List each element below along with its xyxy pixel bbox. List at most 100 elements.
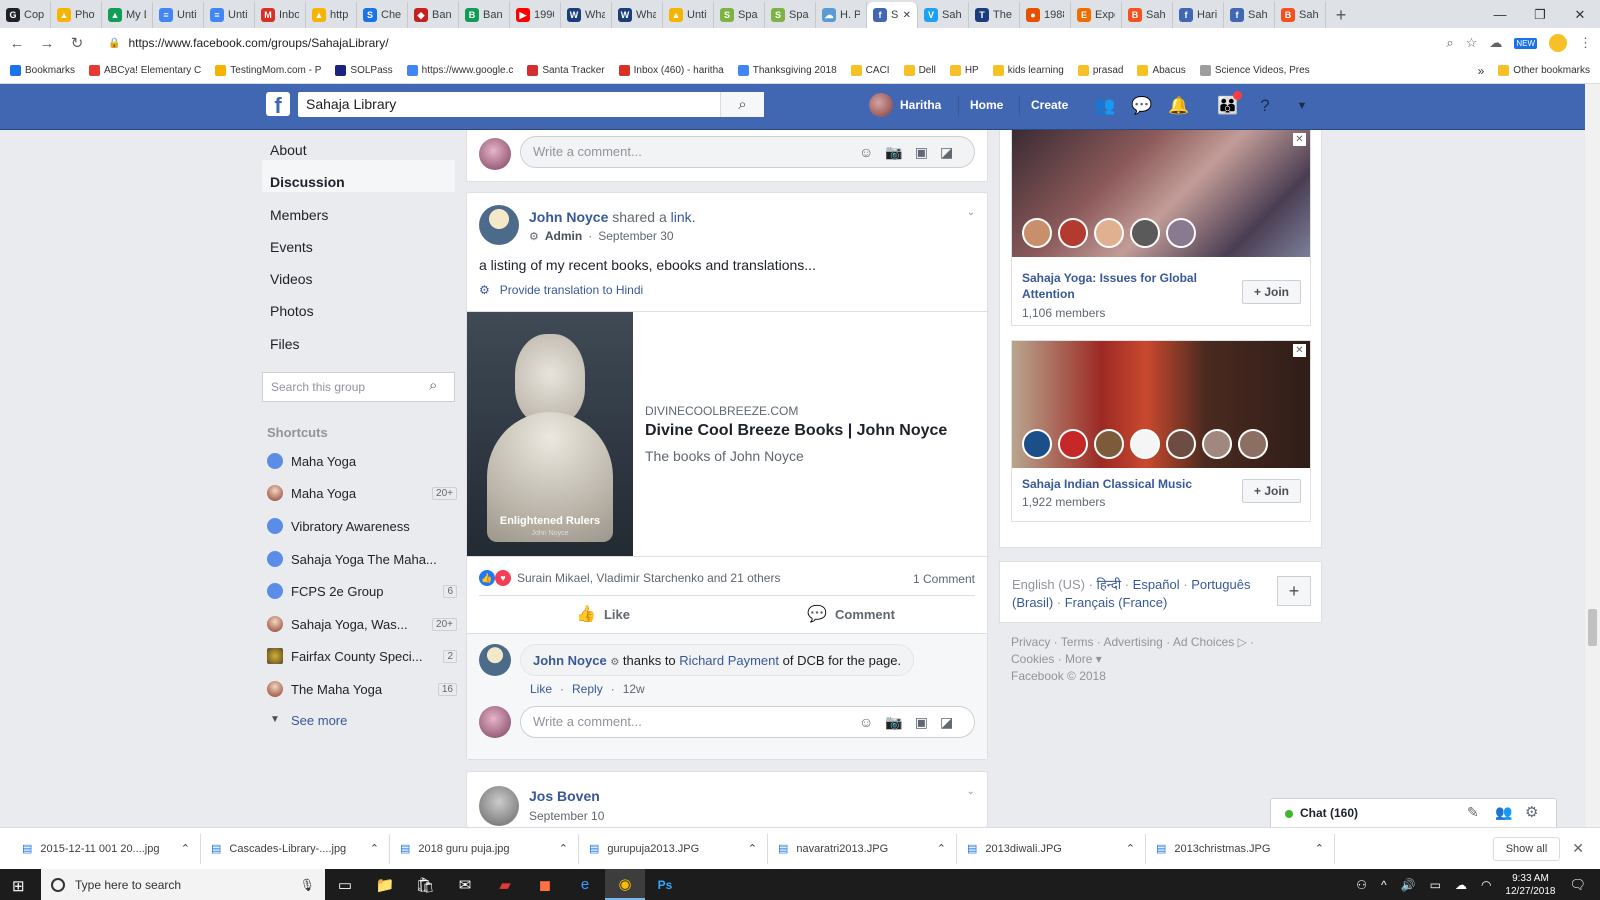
messenger-icon[interactable]: 💬 bbox=[1131, 95, 1153, 117]
bookmark-item[interactable]: SOLPass bbox=[335, 65, 393, 76]
post-action-link[interactable]: link. bbox=[671, 209, 696, 225]
zoom-icon[interactable]: ⌕ bbox=[1446, 35, 1453, 51]
bookmark-star-icon[interactable]: ☆ bbox=[1466, 35, 1478, 51]
bookmark-item[interactable]: kids learning bbox=[992, 65, 1064, 76]
join-group-button[interactable]: + Join bbox=[1242, 479, 1301, 503]
download-item[interactable]: ▤ 2018 guru puja.jpg ⌃ bbox=[390, 833, 579, 864]
page-scrollbar[interactable] bbox=[1585, 84, 1600, 827]
comment-reply-link[interactable]: Reply bbox=[572, 682, 603, 696]
link-title[interactable]: Divine Cool Breeze Books | John Noyce bbox=[645, 422, 947, 440]
new-message-icon[interactable]: ✎ bbox=[1467, 804, 1479, 821]
download-item[interactable]: ▤ navaratri2013.JPG ⌃ bbox=[768, 833, 957, 864]
browser-tab[interactable]: S Spac bbox=[714, 2, 765, 28]
profile-link[interactable]: Haritha bbox=[900, 98, 941, 112]
see-more-link[interactable]: See more bbox=[291, 713, 347, 728]
notifications-icon[interactable]: 🔔 bbox=[1168, 95, 1190, 117]
bookmark-item[interactable]: Abacus bbox=[1137, 65, 1186, 76]
back-icon[interactable]: ← bbox=[8, 35, 26, 52]
post-author-link[interactable]: John Noyce bbox=[529, 209, 608, 225]
bookmark-item[interactable]: Thanksgiving 2018 bbox=[737, 65, 837, 76]
create-link[interactable]: Create bbox=[1031, 98, 1068, 112]
browser-tab[interactable]: ▶ 1990 bbox=[510, 2, 561, 28]
sticker-icon[interactable]: ◪ bbox=[940, 714, 953, 731]
browser-tab[interactable]: W Wha bbox=[561, 2, 612, 28]
facebook-logo[interactable]: f bbox=[266, 92, 290, 116]
group-chat-icon[interactable]: 👥 bbox=[1495, 804, 1512, 821]
like-button[interactable]: 👍 Like bbox=[479, 597, 727, 631]
help-icon[interactable]: ? bbox=[1254, 95, 1276, 117]
group-nav-item[interactable]: Videos bbox=[270, 271, 313, 287]
author-avatar[interactable] bbox=[479, 205, 519, 245]
browser-tab[interactable]: ● 1988 bbox=[1020, 2, 1071, 28]
join-group-button[interactable]: + Join bbox=[1242, 280, 1301, 304]
gif-icon[interactable]: ▣ bbox=[915, 714, 928, 731]
reply-author-avatar[interactable] bbox=[479, 644, 511, 676]
browser-tab[interactable]: f S ✕ bbox=[867, 2, 918, 28]
close-icon[interactable]: ✕ bbox=[1293, 133, 1306, 146]
terms-link[interactable]: Terms bbox=[1061, 635, 1094, 649]
bookmark-item[interactable]: HP bbox=[949, 65, 979, 76]
bookmark-item[interactable]: Dell bbox=[903, 65, 936, 76]
people-icon[interactable]: ⚇ bbox=[1356, 878, 1367, 892]
friend-requests-icon[interactable]: 👥 bbox=[1094, 95, 1116, 117]
download-item[interactable]: ▤ gurupuja2013.JPG ⌃ bbox=[579, 833, 768, 864]
reply-author-link[interactable]: John Noyce bbox=[533, 653, 607, 668]
chevron-up-icon[interactable]: ⌃ bbox=[370, 842, 379, 855]
group-nav-item[interactable]: About bbox=[270, 142, 307, 158]
calendar-app-icon[interactable]: ▰ bbox=[485, 869, 525, 900]
task-view-icon[interactable]: ▭ bbox=[325, 869, 365, 900]
ad-choices-link[interactable]: Ad Choices bbox=[1173, 635, 1234, 649]
shortcut-item[interactable]: Fairfax County Speci... 2 bbox=[267, 646, 457, 666]
bookmark-item[interactable]: Science Videos, Pres bbox=[1199, 65, 1310, 76]
home-link[interactable]: Home bbox=[970, 98, 1003, 112]
download-item[interactable]: ▤ 2013diwali.JPG ⌃ bbox=[957, 833, 1146, 864]
mention-link[interactable]: Richard Payment bbox=[679, 653, 779, 668]
chevron-up-icon[interactable]: ⌃ bbox=[1315, 842, 1324, 855]
shortcut-item[interactable]: Vibratory Awareness bbox=[267, 516, 457, 536]
browser-tab[interactable]: f Hari bbox=[1173, 2, 1224, 28]
sticker-icon[interactable]: ◪ bbox=[940, 144, 953, 161]
shortcut-item[interactable]: Sahaja Yoga, Was... 20+ bbox=[267, 614, 457, 634]
cookies-link[interactable]: Cookies bbox=[1011, 652, 1054, 666]
language-link[interactable]: हिन्दी bbox=[1097, 577, 1122, 592]
scrollbar-thumb[interactable] bbox=[1588, 609, 1597, 646]
show-all-downloads-button[interactable]: Show all bbox=[1492, 836, 1561, 861]
shortcut-item[interactable]: Maha Yoga bbox=[267, 451, 457, 471]
camera-icon[interactable]: 📷 bbox=[885, 714, 902, 731]
microphone-icon[interactable]: 🎙 bbox=[300, 878, 315, 892]
windows-start-icon[interactable]: ⊞ bbox=[12, 877, 25, 895]
comment-count-link[interactable]: 1 Comment bbox=[913, 572, 975, 586]
browser-tab[interactable]: ☁ H. P. bbox=[816, 2, 867, 28]
browser-tab[interactable]: B Saha bbox=[1122, 2, 1173, 28]
group-nav-item[interactable]: Files bbox=[270, 336, 300, 352]
advertising-link[interactable]: Advertising bbox=[1103, 635, 1162, 649]
taskbar-search[interactable]: Type here to search 🎙 bbox=[41, 869, 325, 900]
cloud-extension-icon[interactable]: ☁ bbox=[1489, 35, 1502, 51]
bookmarks-more-button[interactable]: » bbox=[1478, 64, 1485, 78]
mail-icon[interactable]: ✉ bbox=[445, 869, 485, 900]
browser-tab[interactable]: B Saha bbox=[1275, 2, 1326, 28]
search-icon[interactable]: ⌕ bbox=[720, 92, 764, 117]
red-app-icon[interactable]: ◼ bbox=[525, 869, 565, 900]
more-languages-button[interactable]: + bbox=[1277, 576, 1311, 606]
group-nav-item[interactable]: Members bbox=[270, 207, 328, 223]
post-options-chevron-icon[interactable]: ⌄ bbox=[967, 207, 975, 218]
search-icon[interactable]: ⌕ bbox=[429, 377, 437, 394]
next-author-avatar[interactable] bbox=[479, 786, 519, 826]
group-nav-item[interactable]: Discussion bbox=[270, 174, 345, 190]
browser-tab[interactable]: ≡ Untit bbox=[204, 2, 255, 28]
post-options-chevron-icon[interactable]: ⌄ bbox=[967, 786, 975, 797]
maximize-button[interactable]: ❐ bbox=[1520, 2, 1560, 28]
show-hidden-icons[interactable]: ^ bbox=[1381, 878, 1387, 892]
address-bar[interactable]: 🔒 https://www.facebook.com/groups/Sahaja… bbox=[98, 31, 1434, 55]
onedrive-icon[interactable]: ☁ bbox=[1455, 878, 1467, 892]
bookmark-item[interactable]: Bookmarks bbox=[10, 65, 75, 76]
reactions-row[interactable]: 👍 ♥ Surain Mikael, Vladimir Starchenko a… bbox=[479, 570, 780, 586]
comment-button[interactable]: 💬 Comment bbox=[727, 597, 975, 631]
group-name-link[interactable]: Sahaja Yoga: Issues for Global Attention bbox=[1022, 270, 1232, 302]
shortcut-item[interactable]: Sahaja Yoga The Maha... bbox=[267, 549, 457, 569]
browser-tab[interactable]: ▲ http bbox=[306, 2, 357, 28]
group-search-input[interactable]: Search this group bbox=[262, 372, 455, 402]
chevron-up-icon[interactable]: ⌃ bbox=[559, 842, 568, 855]
profile-avatar[interactable] bbox=[1549, 34, 1567, 52]
